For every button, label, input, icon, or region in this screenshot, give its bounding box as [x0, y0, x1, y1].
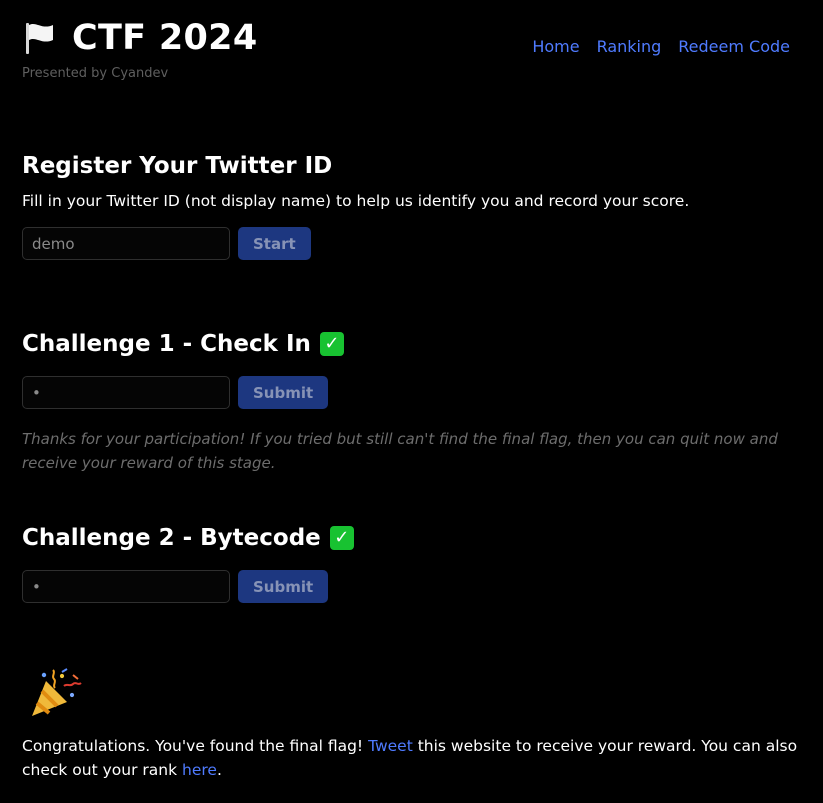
final-text-end: . [216, 761, 222, 779]
nav-redeem-code-link[interactable]: Redeem Code [678, 37, 790, 56]
challenge-2-heading: Challenge 2 - Bytecode ✓ [22, 525, 802, 551]
check-icon: ✓ [329, 526, 354, 550]
register-description: Fill in your Twitter ID (not display nam… [22, 192, 690, 210]
challenge-2-section: Challenge 2 - Bytecode ✓ Submit [22, 525, 802, 603]
challenge-1-flag-input[interactable] [22, 376, 230, 409]
register-form: Start [22, 227, 802, 260]
register-heading: Register Your Twitter ID [22, 153, 333, 179]
challenge-1-form: Submit [22, 376, 802, 409]
twitter-id-input[interactable] [22, 227, 230, 260]
site-subtitle: Presented by Cyandev [22, 66, 169, 81]
challenge-2-flag-input[interactable] [22, 570, 230, 603]
challenge-2-title: Challenge 2 - Bytecode [22, 525, 321, 551]
nav-home-link[interactable]: Home [532, 37, 579, 56]
check-icon: ✓ [319, 332, 344, 356]
final-text-before: Congratulations. You've found the final … [22, 737, 369, 755]
party-popper-icon [24, 666, 82, 720]
final-message: Congratulations. You've found the final … [22, 734, 802, 782]
main-nav: Home Ranking Redeem Code [532, 37, 790, 56]
challenge-2-form: Submit [22, 570, 802, 603]
challenge-1-title: Challenge 1 - Check In [22, 331, 311, 357]
tweet-link[interactable]: Tweet [368, 737, 413, 755]
challenge-1-submit-button[interactable]: Submit [238, 376, 329, 409]
register-section: Register Your Twitter ID Fill in your Tw… [22, 153, 802, 260]
flag-icon [22, 20, 58, 56]
challenge-1-heading: Challenge 1 - Check In ✓ [22, 331, 802, 357]
start-button[interactable]: Start [238, 227, 311, 260]
challenge-2-submit-button[interactable]: Submit [238, 570, 329, 603]
rank-here-link[interactable]: here [182, 761, 217, 779]
site-title: CTF 2024 [72, 18, 258, 58]
page-header: CTF 2024 Presented by Cyandev Home Ranki… [22, 18, 802, 88]
nav-ranking-link[interactable]: Ranking [597, 37, 662, 56]
challenge-1-note: Thanks for your participation! If you tr… [22, 430, 778, 472]
challenge-1-section: Challenge 1 - Check In ✓ Submit Thanks f… [22, 331, 802, 475]
